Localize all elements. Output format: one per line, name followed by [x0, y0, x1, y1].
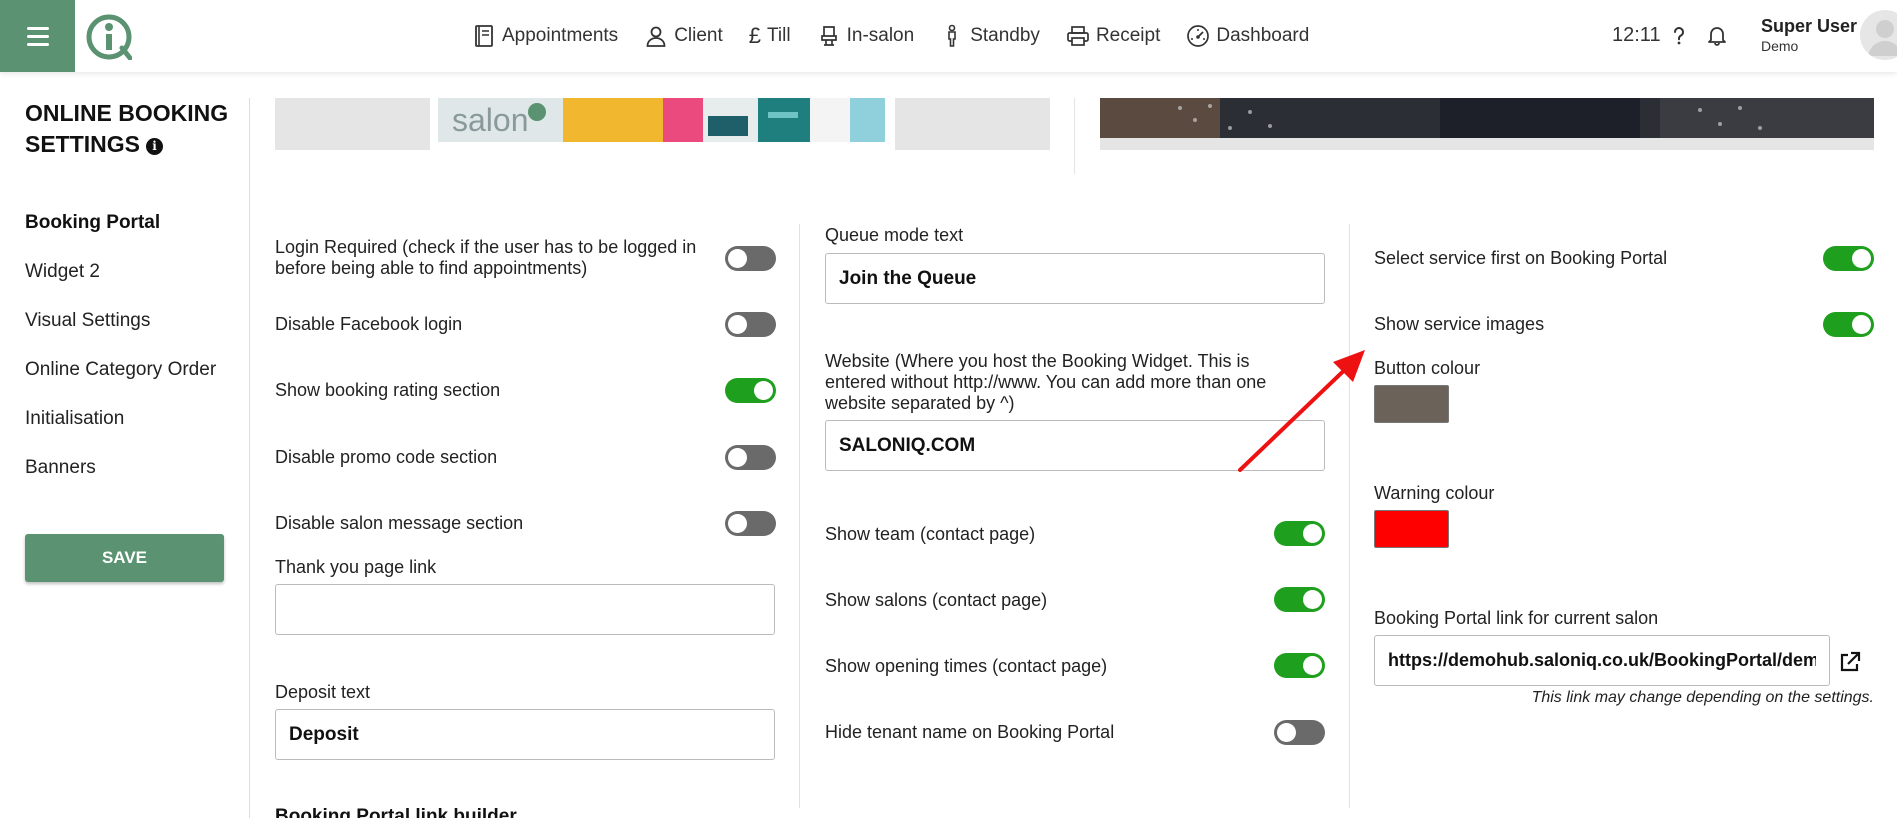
- login-required-label: Login Required (check if the user has to…: [275, 237, 697, 278]
- thank-you-label: Thank you page link: [275, 557, 437, 577]
- disable-promo-toggle[interactable]: [725, 445, 776, 470]
- external-link-icon[interactable]: [1838, 650, 1862, 674]
- banner-photo-image: [1100, 98, 1874, 138]
- pound-icon: £: [748, 23, 762, 48]
- annotation-arrow-icon: [1238, 350, 1365, 472]
- show-team-toggle[interactable]: [1274, 521, 1325, 546]
- login-required-toggle[interactable]: [725, 246, 776, 271]
- service-first-toggle[interactable]: [1823, 246, 1874, 271]
- banner-photo: [1100, 98, 1874, 138]
- user-tenant: Demo: [1761, 38, 1799, 54]
- banner-placeholder-right: [895, 98, 1050, 150]
- nav-label: Till: [767, 25, 791, 46]
- sidebar-item-online-category-order[interactable]: Online Category Order: [25, 359, 216, 408]
- nav-dashboard[interactable]: Dashboard: [1186, 24, 1309, 48]
- sidebar-divider: [249, 98, 250, 818]
- sidebar-item-visual-settings[interactable]: Visual Settings: [25, 310, 216, 359]
- nav-receipt[interactable]: Receipt: [1066, 24, 1160, 48]
- top-header: Appointments Client £ Till In-salon Stan…: [0, 0, 1897, 72]
- show-opening-times-toggle[interactable]: [1274, 653, 1325, 678]
- banner-placeholder-left: [275, 98, 430, 150]
- user-name[interactable]: Super User: [1761, 16, 1857, 37]
- portal-link-input[interactable]: [1374, 635, 1830, 686]
- nav-client[interactable]: Client: [644, 24, 723, 48]
- main-nav: Appointments Client £ Till In-salon Stan…: [472, 0, 1335, 72]
- person-icon: [646, 26, 666, 47]
- portal-link-note: This link may change depending on the se…: [1531, 689, 1874, 706]
- nav-label: Standby: [970, 25, 1040, 46]
- disable-facebook-label: Disable Facebook login: [275, 314, 463, 334]
- nav-standby[interactable]: Standby: [940, 24, 1040, 48]
- sidebar-item-booking-portal[interactable]: Booking Portal: [25, 212, 216, 261]
- deposit-label: Deposit text: [275, 682, 371, 702]
- show-opening-times-label: Show opening times (contact page): [825, 656, 1108, 676]
- portal-link-label: Booking Portal link for current salon: [1374, 608, 1659, 628]
- sidebar-item-widget-2[interactable]: Widget 2: [25, 261, 216, 310]
- bell-icon[interactable]: [1706, 24, 1728, 46]
- disable-salon-msg-toggle[interactable]: [725, 511, 776, 536]
- avatar-placeholder-icon: [1868, 20, 1897, 56]
- disable-promo-label: Disable promo code section: [275, 447, 498, 467]
- nav-label: Dashboard: [1216, 25, 1310, 46]
- column-divider-1: [799, 224, 800, 808]
- banner-image: salon: [438, 98, 885, 142]
- help-icon[interactable]: [1668, 24, 1690, 46]
- disable-salon-msg-label: Disable salon message section: [275, 513, 524, 533]
- avatar[interactable]: [1860, 10, 1897, 60]
- nav-label: Appointments: [502, 25, 619, 46]
- page-title: ONLINE BOOKING SETTINGS i: [25, 98, 245, 160]
- info-icon[interactable]: i: [146, 138, 164, 155]
- hide-tenant-label: Hide tenant name on Booking Portal: [825, 722, 1115, 742]
- book-icon: [475, 25, 493, 47]
- deposit-input[interactable]: [275, 709, 775, 760]
- warning-colour-swatch[interactable]: [1374, 510, 1449, 548]
- chair-icon: [820, 26, 837, 46]
- gauge-icon: [1187, 25, 1210, 47]
- nav-till[interactable]: £ Till: [749, 23, 791, 49]
- nav-label: Receipt: [1095, 25, 1161, 46]
- button-colour-label: Button colour: [1374, 358, 1481, 378]
- disable-facebook-toggle[interactable]: [725, 312, 776, 337]
- settings-menu: Booking Portal Widget 2 Visual Settings …: [25, 212, 216, 506]
- sidebar-item-banners[interactable]: Banners: [25, 457, 216, 506]
- banner-photo-caption-bar: [1100, 138, 1874, 150]
- show-team-label: Show team (contact page): [825, 524, 1036, 544]
- show-rating-label: Show booking rating section: [275, 380, 501, 400]
- show-rating-toggle[interactable]: [725, 378, 776, 403]
- banner-logo-text: salon: [452, 102, 529, 138]
- page-title-text: ONLINE BOOKING SETTINGS: [25, 100, 229, 157]
- queue-mode-label: Queue mode text: [825, 225, 964, 245]
- service-images-label: Show service images: [1374, 314, 1545, 334]
- service-images-toggle[interactable]: [1823, 312, 1874, 337]
- banner-divider: [1074, 98, 1075, 174]
- hide-tenant-toggle[interactable]: [1274, 720, 1325, 745]
- link-builder-heading: Booking Portal link builder: [275, 806, 517, 818]
- nav-label: In-salon: [846, 25, 915, 46]
- standing-person-icon: [948, 24, 957, 47]
- sidebar-item-initialisation[interactable]: Initialisation: [25, 408, 216, 457]
- queue-mode-input[interactable]: [825, 253, 1325, 304]
- thank-you-input[interactable]: [275, 584, 775, 635]
- show-salons-toggle[interactable]: [1274, 587, 1325, 612]
- show-salons-label: Show salons (contact page): [825, 590, 1048, 610]
- hamburger-icon: [26, 24, 49, 48]
- button-colour-swatch[interactable]: [1374, 385, 1449, 423]
- clock: 12:11: [1612, 24, 1661, 46]
- printer-icon: [1067, 26, 1089, 46]
- nav-label: Client: [674, 25, 723, 46]
- save-button[interactable]: SAVE: [25, 534, 224, 582]
- nav-appointments[interactable]: Appointments: [472, 24, 618, 48]
- column-divider-2: [1349, 224, 1350, 808]
- saloniq-logo-icon: [86, 14, 132, 60]
- service-first-label: Select service first on Booking Portal: [1374, 248, 1668, 268]
- warning-colour-label: Warning colour: [1374, 483, 1495, 503]
- menu-button[interactable]: [0, 0, 75, 72]
- nav-in-salon[interactable]: In-salon: [817, 24, 915, 48]
